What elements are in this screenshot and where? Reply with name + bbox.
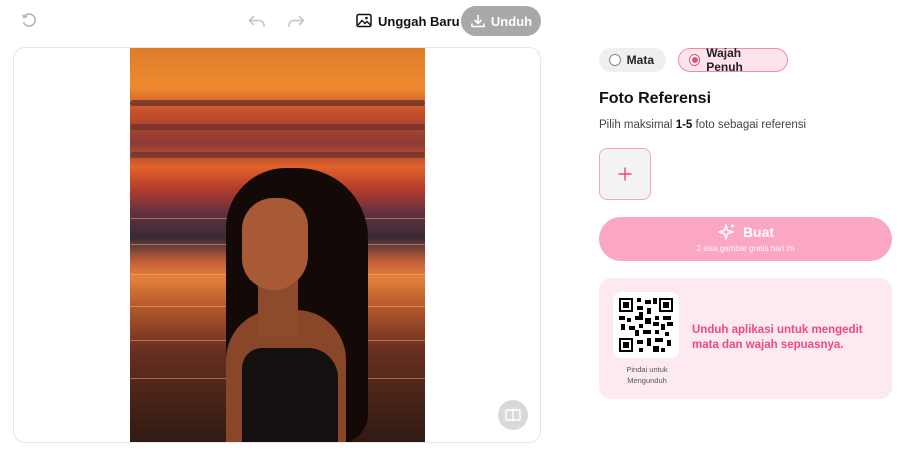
free-images-remaining: 2 sisa gambar gratis hari ini	[696, 244, 795, 253]
generate-button[interactable]: Buat 2 sisa gambar gratis hari ini	[599, 217, 892, 261]
image-upload-icon	[356, 13, 372, 28]
upload-new-label: Unggah Baru	[378, 13, 460, 29]
plus-icon	[618, 167, 632, 181]
app-promo-card: Pindai untuk Mengunduh Unduh aplikasi un…	[599, 278, 892, 399]
radio-selected-icon	[689, 54, 701, 66]
download-button[interactable]: Unduh	[461, 6, 541, 36]
upload-new-button[interactable]: Unggah Baru	[350, 6, 466, 36]
download-label: Unduh	[490, 13, 533, 29]
promo-text: Unduh aplikasi untuk mengedit mata dan w…	[692, 324, 863, 351]
mode-full-face-option[interactable]: Wajah Penuh	[678, 46, 788, 74]
reference-title: Foto Referensi	[599, 90, 712, 107]
qr-code-icon	[619, 298, 673, 352]
redo-icon	[288, 15, 305, 27]
sparkle-icon	[718, 223, 735, 240]
reset-button[interactable]	[18, 10, 40, 32]
qr-caption: Pindai untuk Mengunduh	[626, 365, 668, 385]
undo-icon	[248, 15, 265, 27]
mode-eye-option[interactable]: Mata	[599, 48, 666, 72]
generate-label: Buat	[742, 224, 775, 240]
portrait-photo	[130, 48, 425, 442]
radio-unselected-icon	[609, 54, 621, 66]
download-icon	[471, 15, 485, 28]
mode-face-label: Wajah Penuh	[706, 46, 743, 74]
qr-code	[613, 292, 679, 358]
add-reference-button[interactable]	[599, 148, 651, 200]
reset-icon	[21, 13, 36, 27]
reference-description: Pilih maksimal 1-5 foto sebagai referens…	[599, 119, 807, 131]
mode-eye-label: Mata	[626, 53, 654, 67]
compare-icon	[505, 408, 521, 422]
compare-button[interactable]	[498, 400, 528, 430]
undo-button[interactable]	[246, 10, 268, 32]
redo-button[interactable]	[285, 10, 307, 32]
image-canvas[interactable]	[13, 47, 541, 443]
